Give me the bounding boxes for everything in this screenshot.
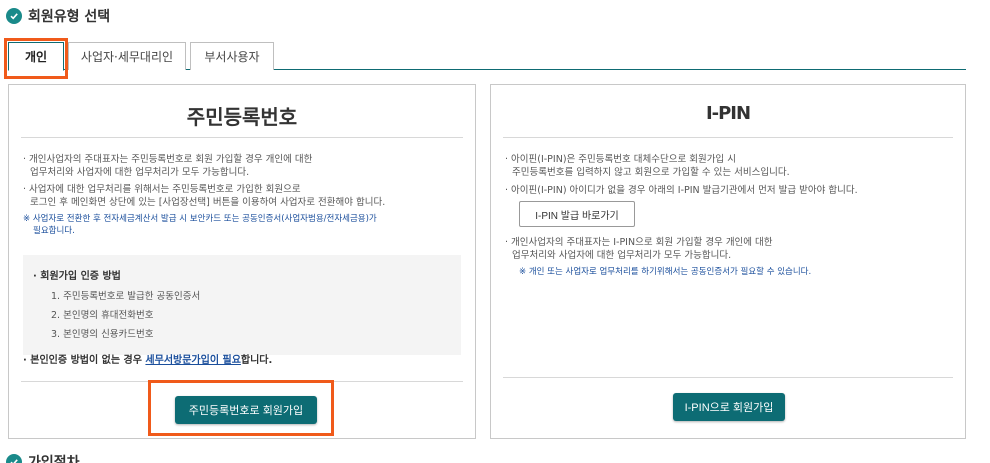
ipin-logo: I-PIN bbox=[705, 103, 751, 124]
rrn-panel-title: 주민등록번호 bbox=[186, 105, 298, 129]
ipin-desc-2: · 아이핀(I-PIN) 아이디가 없을 경우 아래의 I-PIN 발급기관에서 … bbox=[505, 185, 858, 196]
ipin-issue-button[interactable]: I-PIN 발급 바로가기 bbox=[519, 201, 635, 227]
section-title: 회원유형 선택 bbox=[28, 9, 111, 25]
divider bbox=[503, 377, 953, 378]
tab-individual[interactable]: 개인 bbox=[8, 42, 64, 71]
auth-method-box: · 회원가입 인증 방법 1. 주민등록번호로 발급한 공동인증서 2. 본인명… bbox=[23, 255, 461, 355]
next-section-title: 가입절차 bbox=[28, 455, 80, 463]
next-section-header: 가입절차 bbox=[6, 452, 80, 463]
office-visit-link[interactable]: 세무서방문가입이 필요 bbox=[145, 355, 240, 366]
rrn-panel: 주민등록번호 · 개인사업자의 주대표자는 주민등록번호로 회원 가입할 경우 개… bbox=[8, 84, 476, 439]
ipin-signup-button[interactable]: I-PIN으로 회원가입 bbox=[673, 393, 785, 421]
ipin-note: ※ 개인 또는 사업자로 업무처리를 하기위해서는 공동인증서가 필요할 수 있… bbox=[519, 267, 812, 277]
ipin-panel: I-PIN · 아이핀(I-PIN)은 주민등록번호 대체수단으로 회원가입 시 … bbox=[490, 84, 966, 439]
rrn-desc-2: · 사업자에 대한 업무처리를 위해서는 주민등록번호로 가입한 회원으로 로그인… bbox=[23, 184, 386, 208]
auth-method-item: 1. 주민등록번호로 발급한 공동인증서 bbox=[51, 291, 201, 302]
auth-method-item: 3. 본인명의 신용카드번호 bbox=[51, 329, 154, 340]
ipin-desc-3: · 개인사업자의 주대표자는 I-PIN으로 회원 가입할 경우 개인에 대한 업… bbox=[505, 237, 773, 261]
check-circle-icon bbox=[6, 454, 22, 463]
member-type-tabs: 개인 사업자·세무대리인 부서사용자 bbox=[8, 42, 966, 71]
ipin-desc-1: · 아이핀(I-PIN)은 주민등록번호 대체수단으로 회원가입 시 주민등록번호… bbox=[505, 154, 790, 178]
divider bbox=[503, 137, 953, 138]
no-auth-notice: · 본인인증 방법이 없는 경우 세무서방문가입이 필요합니다. bbox=[23, 355, 273, 366]
rrn-desc-1: · 개인사업자의 주대표자는 주민등록번호로 회원 가입할 경우 개인에 대한 업… bbox=[23, 154, 313, 178]
divider bbox=[21, 137, 463, 138]
tab-department-user[interactable]: 부서사용자 bbox=[190, 42, 274, 70]
rrn-signup-button[interactable]: 주민등록번호로 회원가입 bbox=[175, 396, 317, 424]
auth-method-title: · 회원가입 인증 방법 bbox=[33, 271, 121, 282]
auth-method-item: 2. 본인명의 휴대전화번호 bbox=[51, 310, 154, 321]
tab-business-tax-agent[interactable]: 사업자·세무대리인 bbox=[68, 42, 186, 70]
check-circle-icon bbox=[6, 8, 22, 24]
section-header: 회원유형 선택 bbox=[6, 6, 110, 26]
rrn-note: ※ 사업자로 전환한 후 전자세금계산서 발급 시 보안카드 또는 공동인증서(… bbox=[23, 214, 377, 236]
divider bbox=[21, 381, 463, 382]
